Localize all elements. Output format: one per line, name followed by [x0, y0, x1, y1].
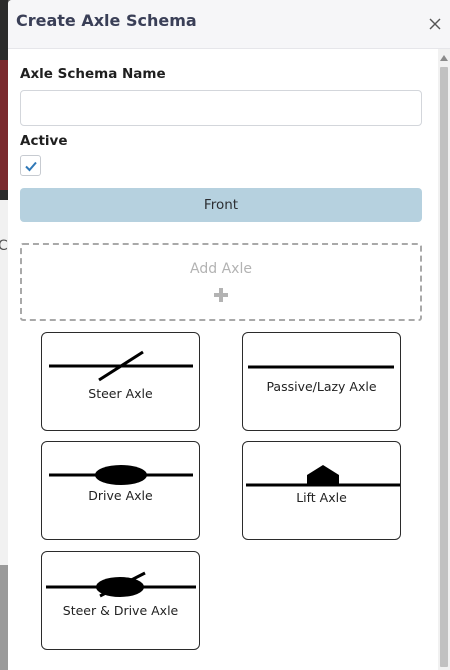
axle-schema-name-input[interactable] [20, 90, 422, 126]
close-icon[interactable] [428, 16, 442, 30]
axle-card-steer[interactable]: Steer Axle [41, 332, 200, 431]
active-label: Active [20, 133, 68, 149]
axle-card-drive[interactable]: Drive Axle [41, 441, 200, 540]
checkmark-icon [25, 161, 37, 172]
background-page: C [0, 0, 8, 670]
axle-card-label: Lift Axle [296, 490, 347, 505]
axle-schema-name-label: Axle Schema Name [20, 66, 166, 82]
axle-card-passive[interactable]: Passive/Lazy Axle [242, 332, 401, 431]
axle-card-label: Drive Axle [88, 488, 153, 503]
axle-section-front[interactable]: Front [20, 188, 422, 222]
background-image-red [0, 60, 8, 190]
axle-card-steer-drive[interactable]: Steer & Drive Axle [41, 551, 200, 650]
plus-icon [214, 288, 228, 302]
steer-axle-icon [49, 350, 193, 382]
scroll-up-icon[interactable] [440, 55, 448, 61]
active-checkbox[interactable] [20, 155, 41, 176]
modal-header: Create Axle Schema [8, 0, 450, 49]
background-panel [0, 565, 8, 670]
scroll-thumb[interactable] [440, 67, 448, 667]
axle-card-label: Steer & Drive Axle [62, 603, 179, 618]
background-text: C [0, 238, 8, 254]
create-axle-schema-modal: Create Axle Schema Axle Schema Name Acti… [8, 0, 450, 670]
modal-body: Axle Schema Name Active Front Add Axle S… [8, 49, 438, 670]
modal-scrollbar[interactable] [438, 49, 450, 670]
axle-card-label: Passive/Lazy Axle [266, 379, 377, 394]
axle-card-label: Steer Axle [88, 386, 153, 401]
add-axle-dropzone[interactable]: Add Axle [20, 243, 422, 321]
add-axle-label: Add Axle [190, 261, 252, 277]
steer-drive-axle-icon [46, 571, 196, 598]
axle-card-lift[interactable]: Lift Axle [242, 441, 401, 540]
modal-title: Create Axle Schema [16, 11, 197, 30]
